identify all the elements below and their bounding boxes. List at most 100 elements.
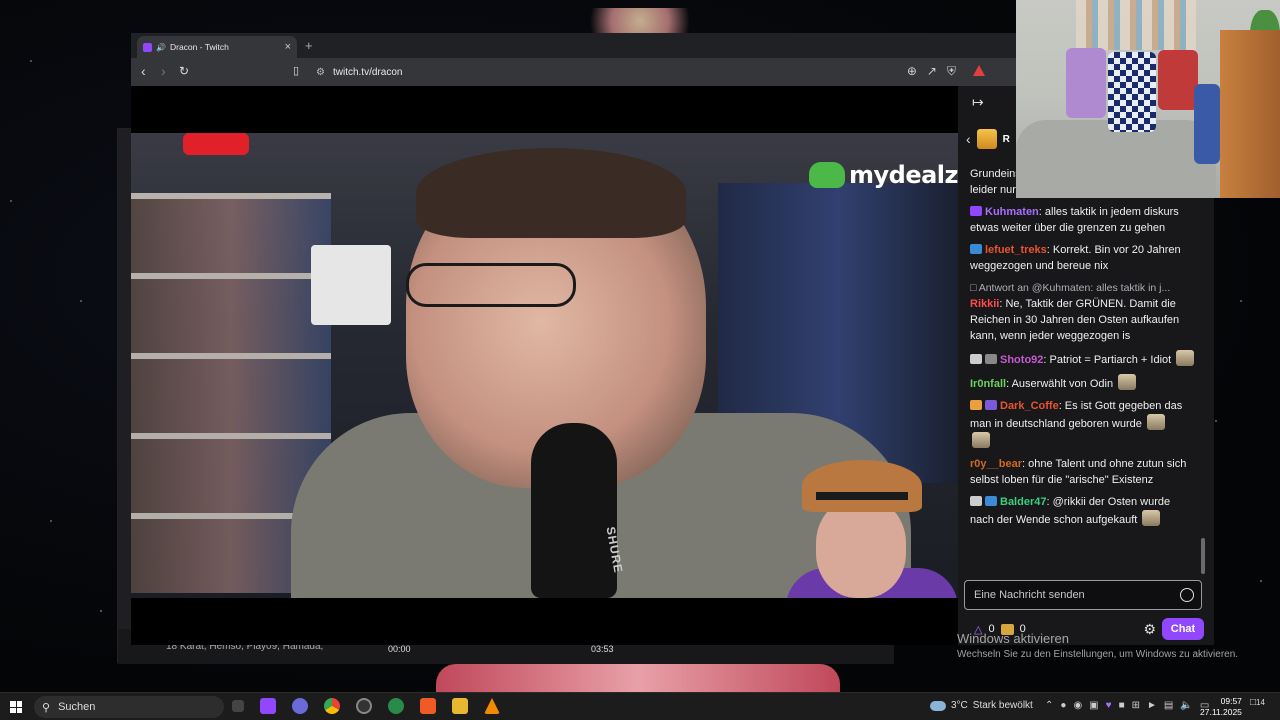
back-arrow-icon[interactable]: ‹ [141, 64, 146, 78]
weather-widget[interactable]: 3°C Stark bewölkt [930, 700, 1033, 711]
shield-icon[interactable]: ⛨ [947, 64, 956, 79]
wallpaper-decoration [570, 8, 710, 34]
share-icon[interactable]: ↗ [927, 64, 937, 79]
new-tab-button[interactable]: + [305, 38, 313, 53]
zoom-icon[interactable]: ⊕ [907, 64, 917, 79]
chat-username[interactable]: r0y__bear [970, 458, 1022, 470]
video-player[interactable]: SHURE mydealz [131, 133, 958, 598]
chat-message: Balder47: @rikkii der Osten wurde nach d… [970, 494, 1196, 528]
webcam-clothes [1194, 84, 1220, 164]
browser-window: 🔊 Dracon - Twitch × + ‹ › ↻ ▯ ⚙ twitch.t… [131, 33, 1016, 645]
emote-icon [972, 432, 990, 448]
site-info-icon[interactable]: ⚙ [316, 67, 325, 78]
tab-close-icon[interactable]: × [285, 41, 291, 53]
windows-start-icon[interactable] [10, 701, 22, 713]
reload-icon[interactable]: ↻ [179, 64, 189, 78]
facecam-face [816, 498, 906, 598]
emote-icon [1176, 350, 1195, 366]
facecam-hat [802, 460, 922, 512]
collapse-chat-icon[interactable]: ↦ [972, 94, 984, 111]
youtube-award-plaque [311, 245, 391, 325]
facecam-hat-band [816, 492, 908, 500]
chat-input-placeholder: Eine Nachricht senden [974, 589, 1085, 601]
chat-username[interactable]: lefuet_treks [985, 244, 1047, 256]
twitch-icon [143, 42, 152, 52]
bookmark-icon[interactable]: ▯ [293, 64, 299, 78]
tray-heart-icon[interactable]: ♥ [1106, 700, 1112, 711]
app-icon[interactable] [388, 698, 404, 714]
chat-username[interactable]: Balder47 [1000, 496, 1046, 508]
windows-activation-watermark: Windows aktivieren Wechseln Sie zu den E… [957, 631, 1238, 660]
usb-icon[interactable]: ⊞ [1132, 700, 1140, 711]
chat-messages: Grundeins… verwurze… weitergetragen, gib… [970, 166, 1196, 534]
address-bar[interactable]: ⚙ twitch.tv/dracon [306, 61, 986, 83]
search-label: Suchen [58, 701, 96, 713]
obs-icon[interactable] [356, 698, 372, 714]
star [1260, 580, 1262, 582]
badge-icon [970, 496, 982, 506]
chat-message: lefuet_treks: Korrekt. Bin vor 20 Jahren… [970, 242, 1196, 274]
emote-icon [1142, 510, 1161, 526]
watermark-subtitle: Wechseln Sie zu den Einstellungen, um Wi… [957, 649, 1239, 660]
emote-picker-icon[interactable] [1180, 588, 1194, 602]
webcam-shelf [1220, 30, 1280, 198]
tray-app-icon[interactable]: ► [1147, 700, 1157, 711]
chat-username[interactable]: Kuhmaten [985, 206, 1039, 218]
tab-bar: 🔊 Dracon - Twitch × + [131, 33, 1016, 58]
background-sidebar [118, 129, 132, 664]
badge-icon [970, 354, 982, 364]
discord-icon[interactable] [292, 698, 308, 714]
tray-app-icon[interactable]: ● [1060, 700, 1066, 711]
clock-date: 27.11.2025 [1200, 707, 1242, 717]
taskbar-clock[interactable]: 09:57 27.11.2025 [1200, 696, 1242, 718]
webcam-overlay [1016, 0, 1280, 198]
webcam-clothes [1108, 52, 1156, 132]
sub-badge-icon [970, 206, 982, 216]
network-icon[interactable]: ▤ [1164, 700, 1173, 711]
clock-time: 09:57 [1220, 696, 1242, 706]
youtube-play-button-decor [183, 133, 249, 155]
brave-icon[interactable] [420, 698, 436, 714]
sub-badge-icon [985, 496, 997, 506]
url-text: twitch.tv/dracon [332, 66, 403, 78]
notification-center[interactable]: □14 [1250, 697, 1265, 708]
tab-twitch[interactable]: 🔊 Dracon - Twitch × [137, 36, 297, 58]
tray-app-icon[interactable]: ■ [1119, 700, 1125, 711]
sub-badge-icon [970, 244, 982, 254]
star [50, 520, 52, 522]
file-explorer-icon[interactable] [452, 698, 468, 714]
chat-message: Ir0nfall: Auserwählt von Odin [970, 374, 1196, 392]
star [30, 60, 32, 62]
reply-icon: □ [970, 282, 979, 294]
chat-message: Kuhmaten: alles taktik in jedem diskurs … [970, 204, 1196, 236]
video-time-current: 00:00 [388, 644, 411, 654]
chat-message: r0y__bear: ohne Talent und ohne zutun si… [970, 456, 1196, 488]
badge-icon [985, 354, 997, 364]
tab-title: Dracon - Twitch [169, 42, 229, 52]
crocodile-icon [809, 162, 845, 188]
speaker-icon[interactable]: 🔈 [1180, 700, 1192, 711]
twitch-app-icon[interactable] [260, 698, 276, 714]
notification-count: 14 [1256, 698, 1265, 707]
chrome-icon[interactable] [324, 698, 340, 714]
facecam-overlay [786, 458, 958, 598]
chat-scrollbar[interactable] [1201, 538, 1205, 574]
tray-app-icon[interactable]: ◉ [1073, 700, 1082, 711]
forward-arrow-icon[interactable]: › [161, 64, 166, 78]
task-view-icon[interactable] [232, 700, 244, 712]
tray-app-icon[interactable]: ▣ [1089, 700, 1098, 711]
webcam-clothes [1066, 48, 1106, 118]
brave-rewards-icon[interactable] [972, 64, 986, 78]
taskbar-search[interactable]: ⚲ Suchen [34, 696, 224, 718]
star [10, 200, 12, 202]
chat-username[interactable]: Ir0nfall [970, 378, 1006, 390]
watermark-title: Windows aktivieren [957, 631, 1069, 646]
vlc-icon[interactable] [484, 698, 500, 714]
chat-username[interactable]: Shoto92 [1000, 354, 1043, 366]
chat-message-input[interactable]: Eine Nachricht senden [964, 580, 1202, 610]
chevron-left-icon[interactable]: ‹ [966, 131, 971, 147]
chevron-up-icon[interactable]: ⌃ [1045, 700, 1053, 711]
message-text: : Ne, Taktik der GRÜNEN. Damit die Reich… [970, 298, 1180, 342]
chat-username[interactable]: Dark_Coffe [1000, 400, 1059, 412]
chat-username[interactable]: Rikkii [970, 298, 999, 310]
